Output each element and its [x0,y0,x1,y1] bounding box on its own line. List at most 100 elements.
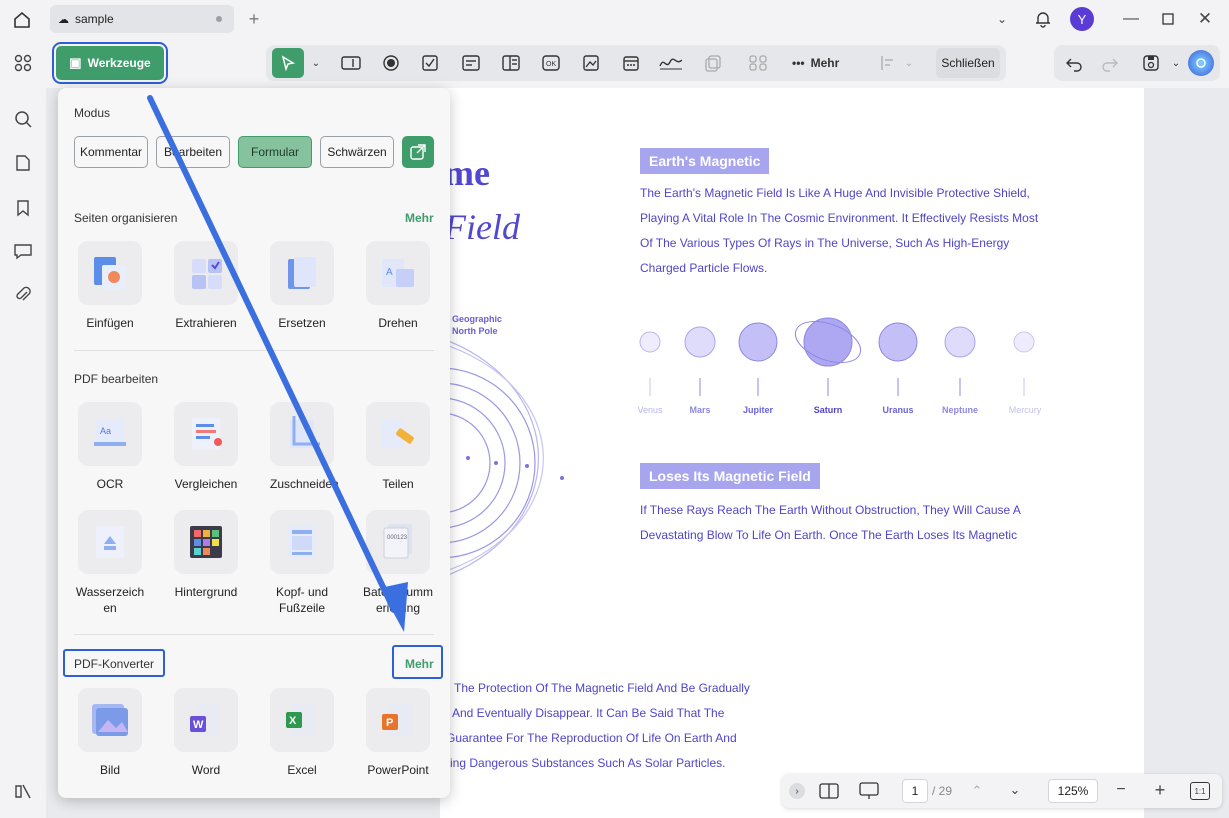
redo-icon [1098,51,1122,75]
tool-to-excel-label: Excel [287,763,317,777]
split-icon [382,420,414,448]
main-toolbar: ▣ Werkzeuge ⌄ OK ••• Mehr ⌄ Schließen ⌄ [0,38,1229,88]
bookmark-icon[interactable] [12,197,34,219]
tool-compare[interactable]: Vergleichen [174,402,238,492]
maximize-icon[interactable] [1157,8,1179,30]
minimize-icon[interactable]: — [1120,8,1142,30]
apps-grid-icon[interactable] [12,52,34,74]
notification-bell-icon[interactable] [1032,8,1054,30]
ok-button-icon[interactable]: OK [539,51,563,75]
tool-to-powerpoint[interactable]: P PowerPoint [366,688,430,778]
tool-bates-label: Bates-Nummerierung [362,585,433,615]
comment-icon[interactable] [12,240,34,262]
tool-bates[interactable]: 000123 Bates-Nummerierung [360,510,436,616]
tool-crop[interactable]: Zuschneiden [270,402,339,492]
unsaved-dot-icon [216,16,222,22]
settings-layers-icon[interactable] [12,780,34,802]
paragraph-1-line: Of The Various Types Of Rays in The Univ… [640,236,1010,250]
save-icon[interactable] [1139,51,1163,75]
mode-redact-button[interactable]: Schwärzen [320,136,394,168]
excel-icon: X [286,704,316,736]
paragraph-3-line: And Eventually Disappear. It Can Be Said… [452,706,725,720]
checkbox-icon[interactable] [418,51,442,75]
close-form-button[interactable]: Schließen [936,48,1000,78]
section-badge-earth-magnetic: Earth's Magnetic [640,148,770,174]
tool-compare-label: Vergleichen [174,477,238,491]
calendar-icon[interactable] [619,51,643,75]
avatar[interactable]: Y [1070,7,1094,31]
open-external-button[interactable] [402,136,434,168]
save-dropdown-icon[interactable]: ⌄ [1164,51,1188,75]
planet-label-venus: Venus [637,405,663,415]
word-icon: W [190,704,220,736]
paragraph-1-line: Charged Particle Flows. [640,261,768,275]
image-field-icon[interactable] [579,51,603,75]
home-icon[interactable] [10,8,34,32]
attachment-icon[interactable] [12,284,34,306]
insert-pages-icon [94,257,126,289]
next-page-icon[interactable]: ⌄ [1006,780,1024,800]
list-box-icon[interactable] [499,51,523,75]
more-label: Mehr [810,56,840,70]
tool-insert[interactable]: Einfügen [78,241,142,331]
tool-to-image[interactable]: Bild [78,688,142,778]
select-dropdown-icon[interactable]: ⌄ [304,51,328,75]
paragraph-3-line: The Protection Of The Magnetic Field And… [454,681,750,695]
search-icon[interactable] [12,108,34,130]
close-icon[interactable]: ✕ [1194,8,1216,30]
tool-to-excel[interactable]: X Excel [270,688,334,778]
svg-text:W: W [193,719,204,731]
mode-edit-button[interactable]: Bearbeiten [156,136,230,168]
tool-watermark[interactable]: Wasserzeichen [74,510,146,616]
zoom-out-icon[interactable]: − [1112,780,1130,800]
actual-size-icon[interactable]: 1:1 [1190,782,1210,800]
presentation-icon[interactable] [858,781,880,801]
planet-label-uranus: Uranus [882,405,914,415]
werkzeuge-button[interactable]: ▣ Werkzeuge [52,42,168,84]
tool-replace[interactable]: Ersetzen [270,241,334,331]
page-layout-icon[interactable] [818,781,840,801]
svg-text:OK: OK [546,61,556,68]
new-tab-icon[interactable]: + [244,8,264,30]
tool-split[interactable]: Teilen [366,402,430,492]
page-number-input[interactable]: 1 [902,779,928,803]
mode-section-title: Modus [74,106,111,120]
tool-to-image-label: Bild [99,763,120,777]
organize-more-link[interactable]: Mehr [405,211,434,225]
expand-sidebar-icon[interactable]: › [789,783,805,799]
combo-box-icon[interactable] [459,51,483,75]
signature-icon[interactable] [658,51,682,75]
zoom-level[interactable]: 125% [1048,779,1098,803]
tool-background[interactable]: Hintergrund [170,510,242,600]
radio-button-icon[interactable] [379,51,403,75]
tool-to-word[interactable]: W Word [174,688,238,778]
compare-icon [192,418,222,450]
tool-extract[interactable]: Extrahieren [174,241,238,331]
watermark-icon [96,526,124,558]
select-tool-button[interactable] [272,48,304,78]
planet-label-jupiter: Jupiter [742,405,773,415]
more-tools-button[interactable]: ••• Mehr [792,51,852,75]
previous-page-icon[interactable]: ⌃ [968,781,986,801]
page-total: / 29 [932,784,953,798]
bates-numbering-icon: 000123 [383,524,412,559]
werkzeuge-label: Werkzeuge [87,56,151,70]
mode-comment-button[interactable]: Kommentar [74,136,148,168]
text-field-icon[interactable] [339,51,363,75]
planet-row [639,317,1035,396]
title-bar: ☁ sample + ⌄ Y — ✕ [0,0,1229,38]
powerpoint-icon: P [382,704,414,736]
tool-ocr[interactable]: Aa OCR [78,402,142,492]
document-tab[interactable]: ☁ sample [50,5,234,33]
undo-icon[interactable] [1062,51,1086,75]
mode-form-button[interactable]: Formular [238,136,312,168]
paragraph-2-line: If These Rays Reach The Earth Without Ob… [640,503,1021,517]
organize-section-title: Seiten organisieren [74,211,178,225]
chevron-down-icon[interactable]: ⌄ [992,8,1012,30]
ai-assistant-icon[interactable] [1188,50,1214,76]
converter-title-highlight [63,649,165,677]
zoom-in-icon[interactable]: + [1151,780,1169,800]
tool-rotate[interactable]: A Drehen [366,241,430,331]
tool-header-footer[interactable]: Kopf- und Fußzeile [266,510,338,616]
pages-icon[interactable] [12,152,34,174]
